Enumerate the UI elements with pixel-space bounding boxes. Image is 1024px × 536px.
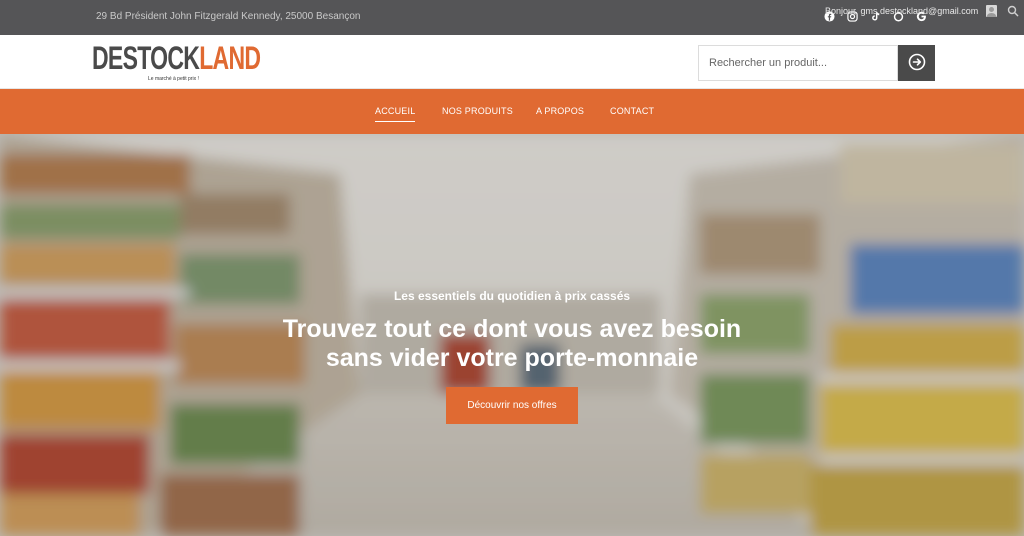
hero-kicker: Les essentiels du quotidien à prix cassé… [393, 289, 631, 303]
product-search-button[interactable] [898, 45, 935, 81]
site-header: DESTOCKLAND Le marché à petit prix ! [0, 35, 1024, 89]
top-search-icon[interactable] [1007, 4, 1020, 17]
nav-item-accueil[interactable]: ACCUEIL [375, 106, 416, 122]
destockland-logo[interactable]: DESTOCKLAND Le marché à petit prix ! [92, 40, 261, 82]
product-search-input[interactable] [698, 45, 898, 81]
store-address: 29 Bd Président John Fitzgerald Kennedy,… [96, 11, 361, 22]
account-greeting-link[interactable]: Bonjour, gms.destockland@gmail.com [825, 6, 978, 16]
hero-title: Trouvez tout ce dont vous avez besoin sa… [0, 315, 1024, 373]
hero-title-line-1: Trouvez tout ce dont vous avez besoin [282, 315, 742, 343]
top-bar: 29 Bd Président John Fitzgerald Kennedy,… [0, 0, 1024, 35]
logo-wordmark: DESTOCKLAND [92, 40, 261, 76]
arrow-right-circle-icon [908, 53, 926, 74]
main-navigation: ACCUEIL NOS PRODUITS A PROPOS CONTACT [0, 89, 1024, 134]
logo-slogan: Le marché à petit prix ! [148, 76, 199, 82]
discover-offers-button[interactable]: Découvrir nos offres [446, 387, 578, 424]
nav-item-a-propos[interactable]: A PROPOS [536, 106, 584, 116]
hero-banner: Les essentiels du quotidien à prix cassé… [0, 134, 1024, 536]
nav-item-nos-produits[interactable]: NOS PRODUITS [442, 106, 513, 116]
nav-item-contact[interactable]: CONTACT [610, 106, 654, 116]
hero-title-line-2: sans vider votre porte-monnaie [325, 344, 699, 372]
user-avatar-icon[interactable] [986, 5, 997, 17]
